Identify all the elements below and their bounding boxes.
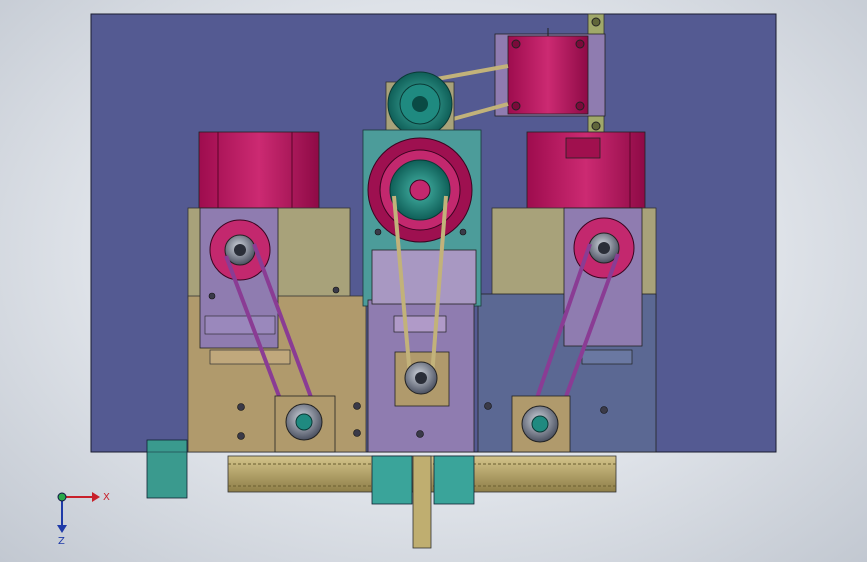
triad-z-arrow [57,525,67,533]
top-motor[interactable] [494,28,606,117]
right-lower-pulley[interactable] [511,395,571,453]
bottom-left-cyan-block[interactable] [371,455,413,505]
left-lower-pulley[interactable] [274,395,336,453]
triad-x-label: X [103,492,110,503]
triad-z-label: Z [58,536,65,547]
triad-x-arrow [92,492,100,502]
bottom-shaft[interactable] [412,455,432,549]
right-slot-bar [581,349,633,365]
triad-y-origin [57,492,67,502]
bottom-left-teal-block[interactable] [146,439,188,499]
cad-viewport[interactable]: X Z [0,0,867,562]
bracket-bolt-top [591,17,601,27]
bottom-right-cyan-block[interactable] [433,455,475,505]
center-lavender-plate[interactable] [367,249,477,453]
right-motor-bracket[interactable] [563,207,643,347]
left-slot-bar [209,349,291,365]
bracket-bolt-bottom [591,121,601,131]
coordinate-triad: X Z [57,492,110,547]
center-lower-pulley[interactable] [404,361,438,395]
